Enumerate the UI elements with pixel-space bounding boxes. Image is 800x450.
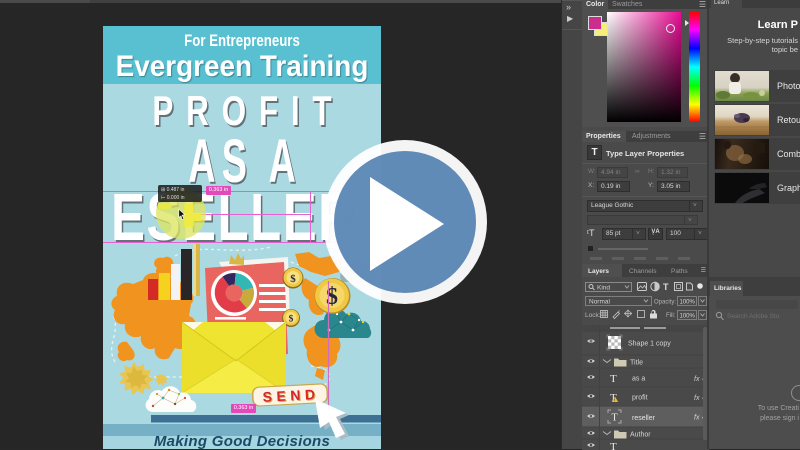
svg-text:fx: fx [694,415,700,422]
svg-text:T: T [612,413,618,424]
svg-text:profit: profit [632,395,648,402]
svg-text:Title: Title [630,360,643,367]
svg-text:Opacity:: Opacity: [654,300,676,306]
svg-text:Shape 1 copy: Shape 1 copy [628,341,671,348]
svg-text:Fill:: Fill: [666,313,676,319]
svg-text:Kind: Kind [597,285,610,292]
svg-text:Lock:: Lock: [585,312,601,319]
svg-text:!: ! [614,397,615,402]
svg-text:fx: fx [694,376,700,383]
svg-text:Normal: Normal [589,299,611,306]
svg-text:$: $ [290,273,296,285]
svg-text:reseller: reseller [632,415,656,422]
svg-text:fx: fx [694,395,700,402]
svg-text:Author: Author [630,432,651,439]
svg-text:Search Adobe Sto: Search Adobe Sto [727,313,780,320]
svg-text:as a: as a [632,376,645,383]
svg-text:T: T [610,373,617,385]
svg-text:100%: 100% [680,300,696,306]
svg-text:$: $ [326,284,338,310]
svg-text:SEND: SEND [262,386,320,405]
svg-text:$: $ [289,314,294,325]
svg-text:100%: 100% [680,314,696,320]
svg-text:T: T [663,282,669,292]
